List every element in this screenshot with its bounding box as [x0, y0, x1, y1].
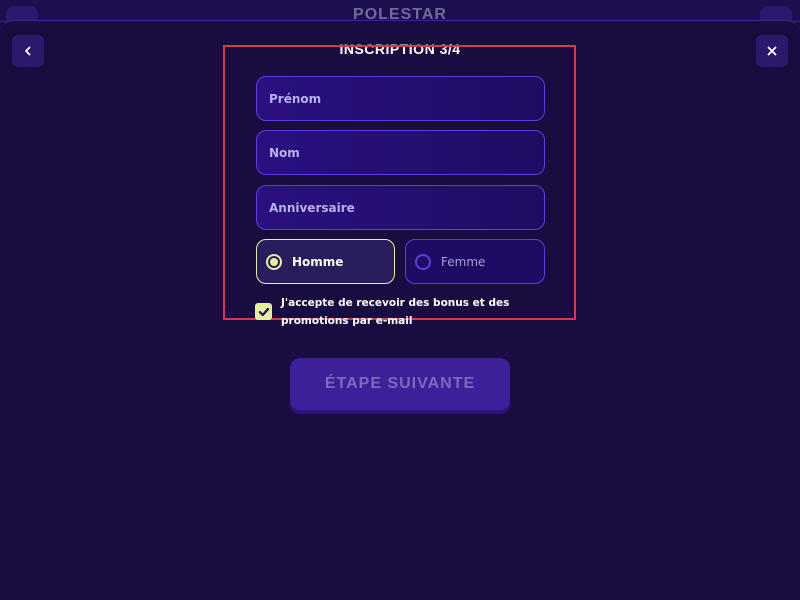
- last-name-input[interactable]: [269, 145, 544, 160]
- background-header: POLESTAR: [0, 0, 800, 36]
- first-name-field[interactable]: [256, 76, 545, 121]
- birthday-field[interactable]: [256, 185, 545, 230]
- last-name-field[interactable]: [256, 130, 545, 175]
- close-icon: [767, 46, 777, 56]
- gender-label-female: Femme: [441, 254, 486, 269]
- radio-selected-icon: [266, 253, 282, 270]
- gender-label-male: Homme: [292, 254, 344, 269]
- birthday-input[interactable]: [269, 200, 544, 215]
- gender-option-male[interactable]: Homme: [256, 239, 395, 284]
- checkmark-icon: [258, 307, 269, 316]
- page: POLESTAR INSCRIPTION 3/4 Homme Femme: [0, 0, 800, 600]
- consent-label: J'accepte de recevoir des bonus et des p…: [281, 297, 510, 327]
- close-button[interactable]: [756, 35, 788, 67]
- next-step-button[interactable]: ÉTAPE SUIVANTE: [290, 358, 510, 410]
- first-name-input[interactable]: [269, 91, 544, 106]
- radio-unselected-icon: [415, 253, 431, 270]
- consent-checkbox[interactable]: [255, 303, 272, 320]
- gender-option-female[interactable]: Femme: [405, 239, 545, 284]
